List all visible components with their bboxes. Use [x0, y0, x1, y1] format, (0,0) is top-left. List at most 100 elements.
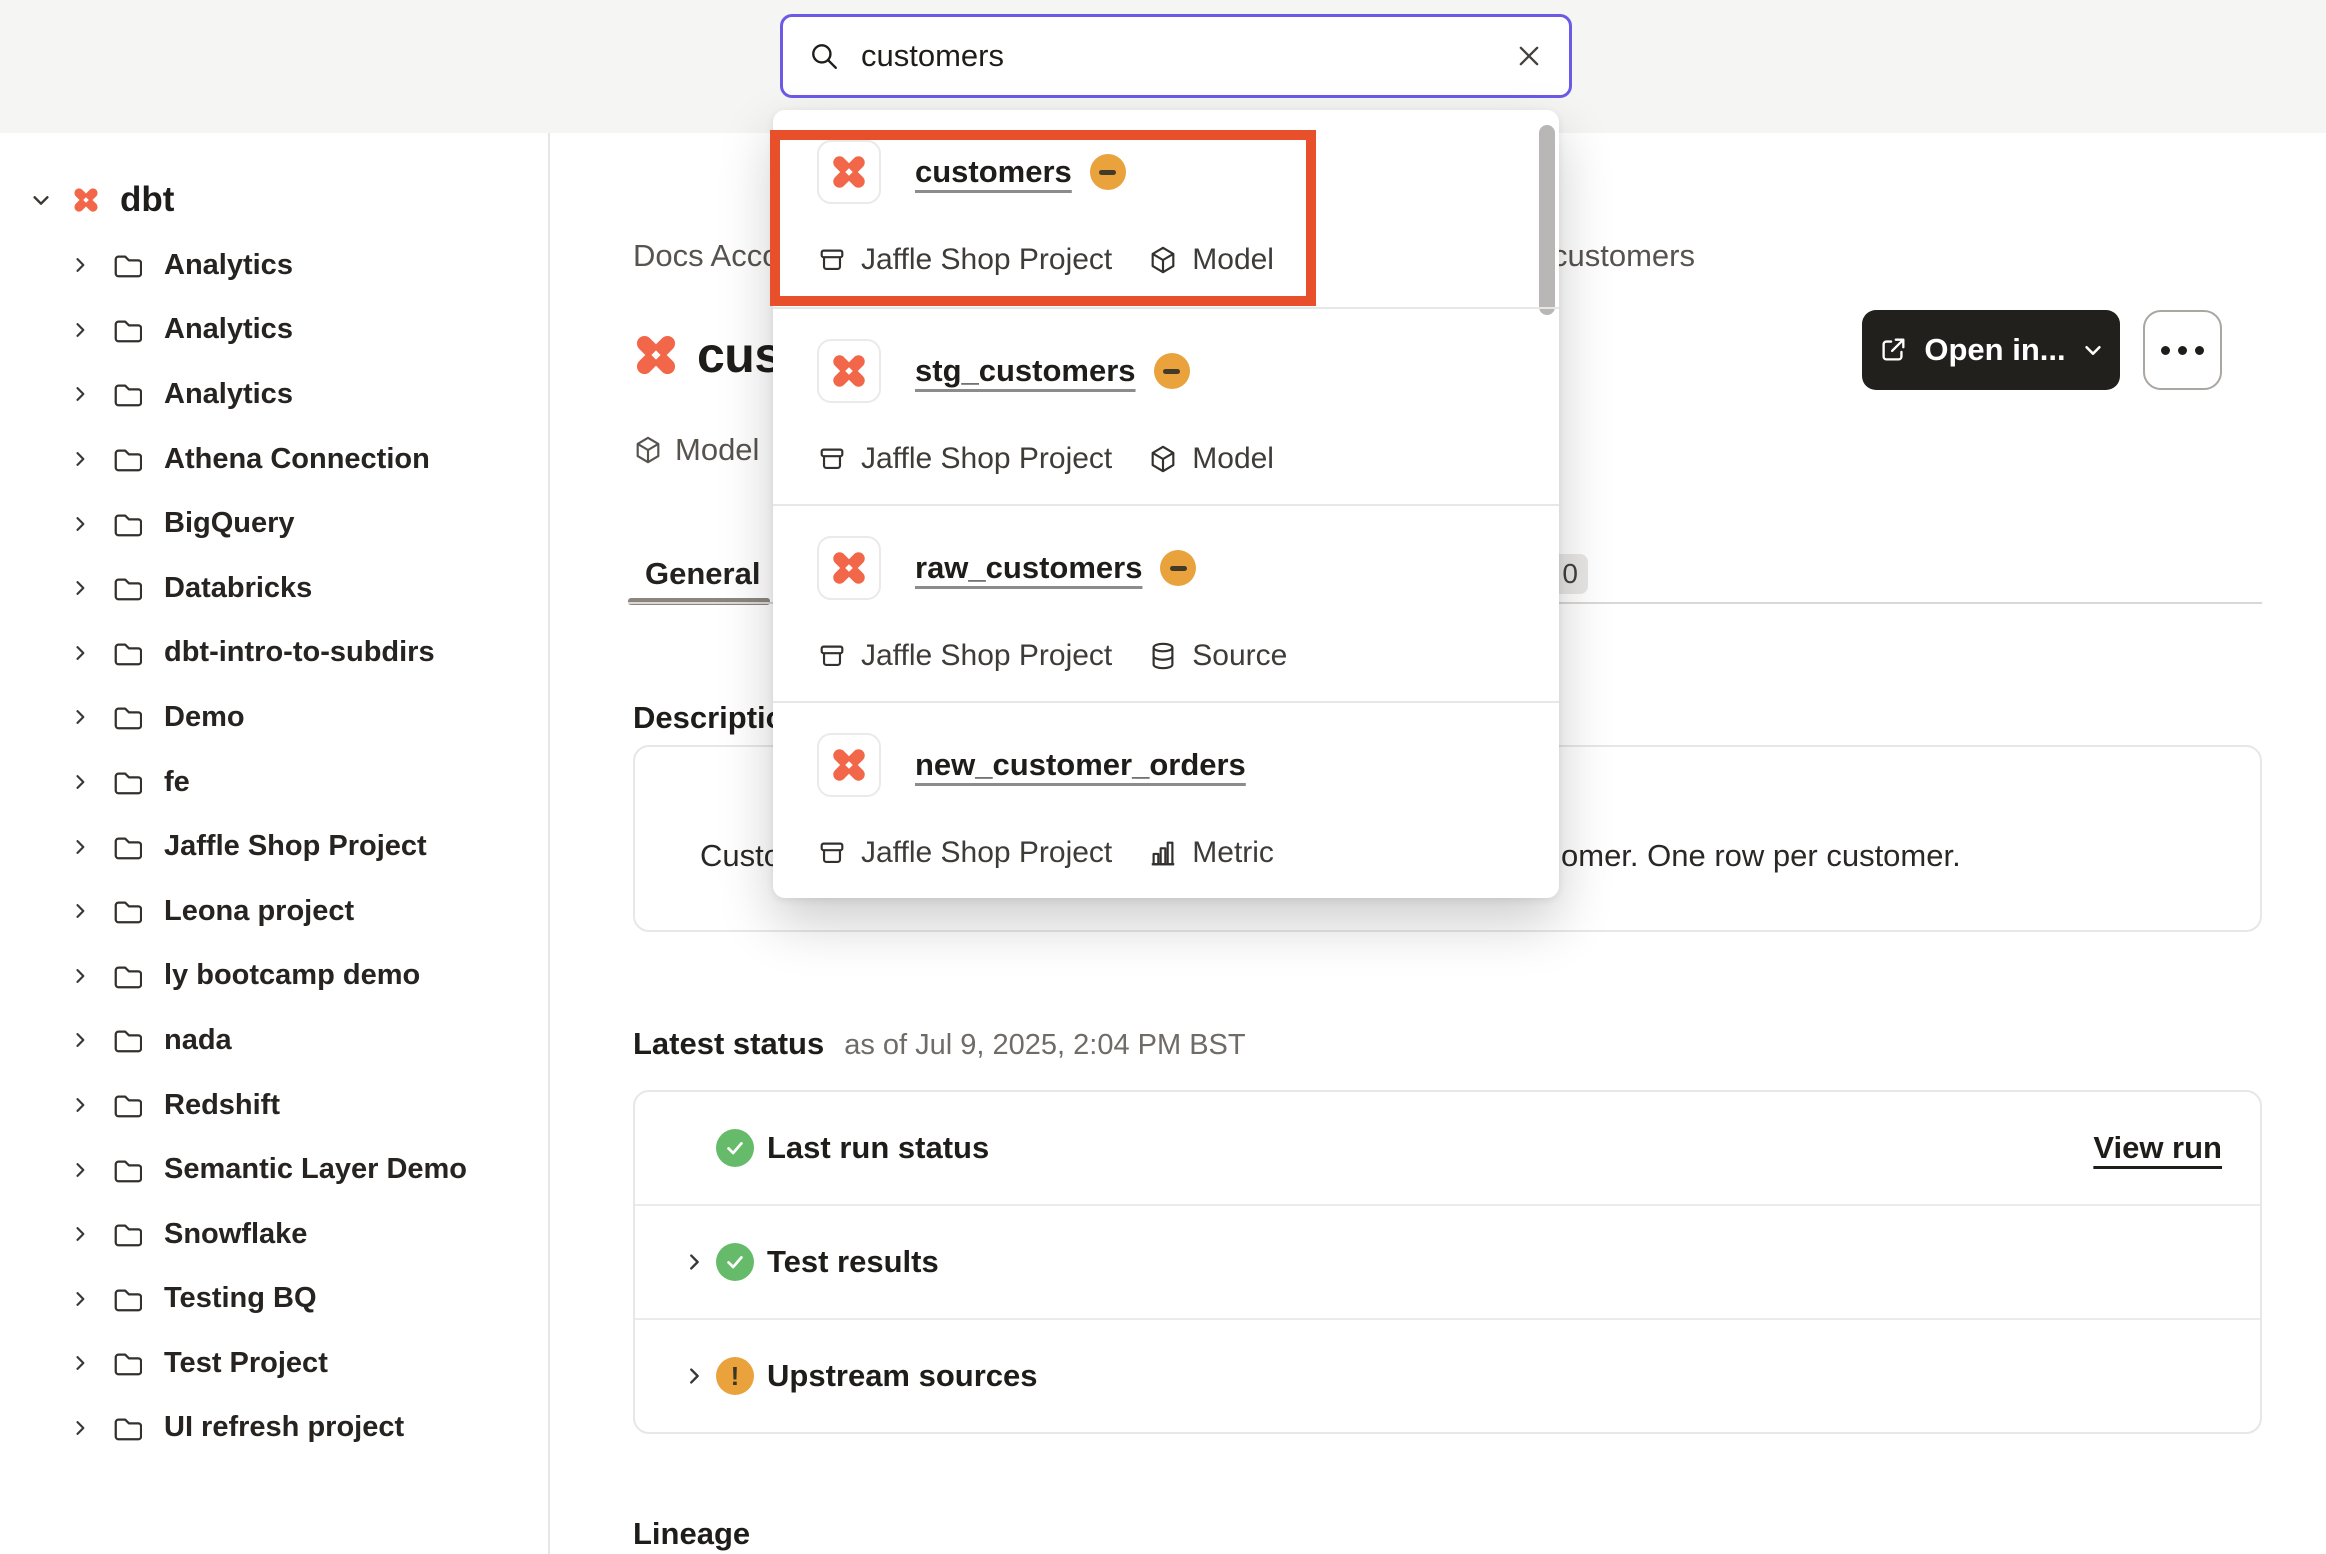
sidebar-root-label: dbt	[120, 180, 174, 220]
sidebar-item-label: fe	[164, 766, 190, 799]
tab-general[interactable]: General	[645, 556, 760, 592]
search-result-item[interactable]: new_customer_orders Jaffle Shop Project …	[773, 701, 1559, 898]
folder-icon	[112, 573, 142, 603]
chevron-right-icon[interactable]	[70, 837, 90, 857]
chevron-right-icon[interactable]	[70, 1224, 90, 1244]
project-icon	[817, 838, 847, 868]
status-row[interactable]: Last run status View run	[635, 1092, 2260, 1204]
model-cube-icon	[1148, 245, 1178, 275]
chevron-right-icon[interactable]	[70, 1289, 90, 1309]
description-text-fragment: Custo	[700, 838, 781, 874]
sidebar-project-item[interactable]: UI refresh project	[0, 1396, 548, 1461]
folder-icon	[112, 1155, 142, 1185]
chevron-right-icon[interactable]	[70, 707, 90, 727]
sidebar-root-dbt[interactable]: dbt	[0, 167, 548, 233]
view-run-link[interactable]: View run	[2093, 1130, 2222, 1166]
chevron-right-icon[interactable]	[683, 1365, 705, 1387]
status-indicator-icon: !	[716, 1357, 754, 1395]
chevron-right-icon[interactable]	[683, 1251, 705, 1273]
chevron-right-icon[interactable]	[70, 255, 90, 275]
source-database-icon	[1148, 641, 1178, 671]
chevron-right-icon[interactable]	[70, 1030, 90, 1050]
sidebar-project-item[interactable]: Testing BQ	[0, 1267, 548, 1332]
chevron-right-icon[interactable]	[70, 772, 90, 792]
result-project-label: Jaffle Shop Project	[861, 442, 1112, 476]
result-type-label: Metric	[1192, 836, 1274, 870]
chevron-right-icon[interactable]	[70, 578, 90, 598]
sidebar-project-item[interactable]: Redshift	[0, 1073, 548, 1138]
sidebar-item-label: Testing BQ	[164, 1282, 317, 1315]
search-result-item[interactable]: stg_customers Jaffle Shop Project Model	[773, 307, 1559, 504]
chevron-down-icon[interactable]	[30, 189, 52, 211]
search-result-item[interactable]: customers Jaffle Shop Project Model	[773, 110, 1559, 307]
search-result-item[interactable]: raw_customers Jaffle Shop Project Source	[773, 504, 1559, 701]
project-tree-sidebar: dbt Analytics Analytics Analytics	[0, 133, 550, 1554]
chevron-right-icon[interactable]	[70, 1353, 90, 1373]
open-in-label: Open in...	[1924, 332, 2065, 368]
folder-icon	[112, 702, 142, 732]
stale-status-badge-icon	[1090, 154, 1126, 190]
sidebar-project-item[interactable]: fe	[0, 750, 548, 815]
result-name-link[interactable]: stg_customers	[915, 353, 1136, 389]
sidebar-project-item[interactable]: Athena Connection	[0, 427, 548, 492]
sidebar-project-item[interactable]: Test Project	[0, 1331, 548, 1396]
result-name-link[interactable]: customers	[915, 154, 1072, 190]
search-input-value[interactable]: customers	[861, 38, 1493, 74]
search-input[interactable]: customers	[780, 14, 1572, 98]
sidebar-project-item[interactable]: Snowflake	[0, 1202, 548, 1267]
project-icon	[817, 641, 847, 671]
sidebar-item-label: Redshift	[164, 1089, 280, 1122]
folder-icon	[112, 1090, 142, 1120]
chevron-right-icon[interactable]	[70, 901, 90, 921]
folder-icon	[112, 638, 142, 668]
sidebar-item-label: Snowflake	[164, 1218, 307, 1251]
folder-icon	[112, 1348, 142, 1378]
chevron-right-icon[interactable]	[70, 449, 90, 469]
result-name-link[interactable]: raw_customers	[915, 550, 1142, 586]
sidebar-item-label: BigQuery	[164, 507, 295, 540]
result-logo-box	[817, 536, 881, 600]
sidebar-project-item[interactable]: Analytics	[0, 233, 548, 298]
result-project-label: Jaffle Shop Project	[861, 639, 1112, 673]
open-in-button[interactable]: Open in...	[1862, 310, 2120, 390]
sidebar-project-item[interactable]: Analytics	[0, 362, 548, 427]
chevron-right-icon[interactable]	[70, 966, 90, 986]
sidebar-project-item[interactable]: Databricks	[0, 556, 548, 621]
chevron-right-icon[interactable]	[70, 1160, 90, 1180]
chevron-right-icon[interactable]	[70, 384, 90, 404]
sidebar-project-item[interactable]: nada	[0, 1008, 548, 1073]
result-logo-box	[817, 733, 881, 797]
folder-icon	[112, 315, 142, 345]
clear-search-icon[interactable]	[1515, 42, 1543, 70]
more-options-button[interactable]	[2143, 310, 2222, 390]
sidebar-project-item[interactable]: Jaffle Shop Project	[0, 814, 548, 879]
sidebar-item-label: Databricks	[164, 572, 312, 605]
result-logo-box	[817, 140, 881, 204]
breadcrumb: Docs Acco	[633, 238, 779, 274]
sidebar-project-item[interactable]: dbt-intro-to-subdirs	[0, 621, 548, 686]
status-row[interactable]: ! Upstream sources	[635, 1318, 2260, 1432]
chevron-right-icon[interactable]	[70, 514, 90, 534]
sidebar-project-item[interactable]: Analytics	[0, 298, 548, 363]
chevron-right-icon[interactable]	[70, 1418, 90, 1438]
result-type-label: Source	[1192, 639, 1287, 673]
status-row-label: Test results	[767, 1244, 939, 1280]
sidebar-project-item[interactable]: Semantic Layer Demo	[0, 1137, 548, 1202]
chevron-right-icon[interactable]	[70, 643, 90, 663]
sidebar-project-item[interactable]: BigQuery	[0, 491, 548, 556]
dbt-logo-icon	[830, 549, 868, 587]
sidebar-project-item[interactable]: Demo	[0, 685, 548, 750]
result-name-link[interactable]: new_customer_orders	[915, 747, 1246, 783]
model-cube-icon	[633, 435, 663, 465]
sidebar-item-label: Athena Connection	[164, 443, 430, 476]
sidebar-project-item[interactable]: ly bootcamp demo	[0, 944, 548, 1009]
breadcrumb-current: customers	[1552, 238, 1695, 274]
sidebar-item-label: Analytics	[164, 313, 293, 346]
sidebar-project-item[interactable]: Leona project	[0, 879, 548, 944]
status-row[interactable]: Test results	[635, 1204, 2260, 1318]
folder-icon	[112, 896, 142, 926]
dbt-logo-icon	[633, 332, 679, 378]
chevron-right-icon[interactable]	[70, 320, 90, 340]
sidebar-item-label: Analytics	[164, 249, 293, 282]
chevron-right-icon[interactable]	[70, 1095, 90, 1115]
